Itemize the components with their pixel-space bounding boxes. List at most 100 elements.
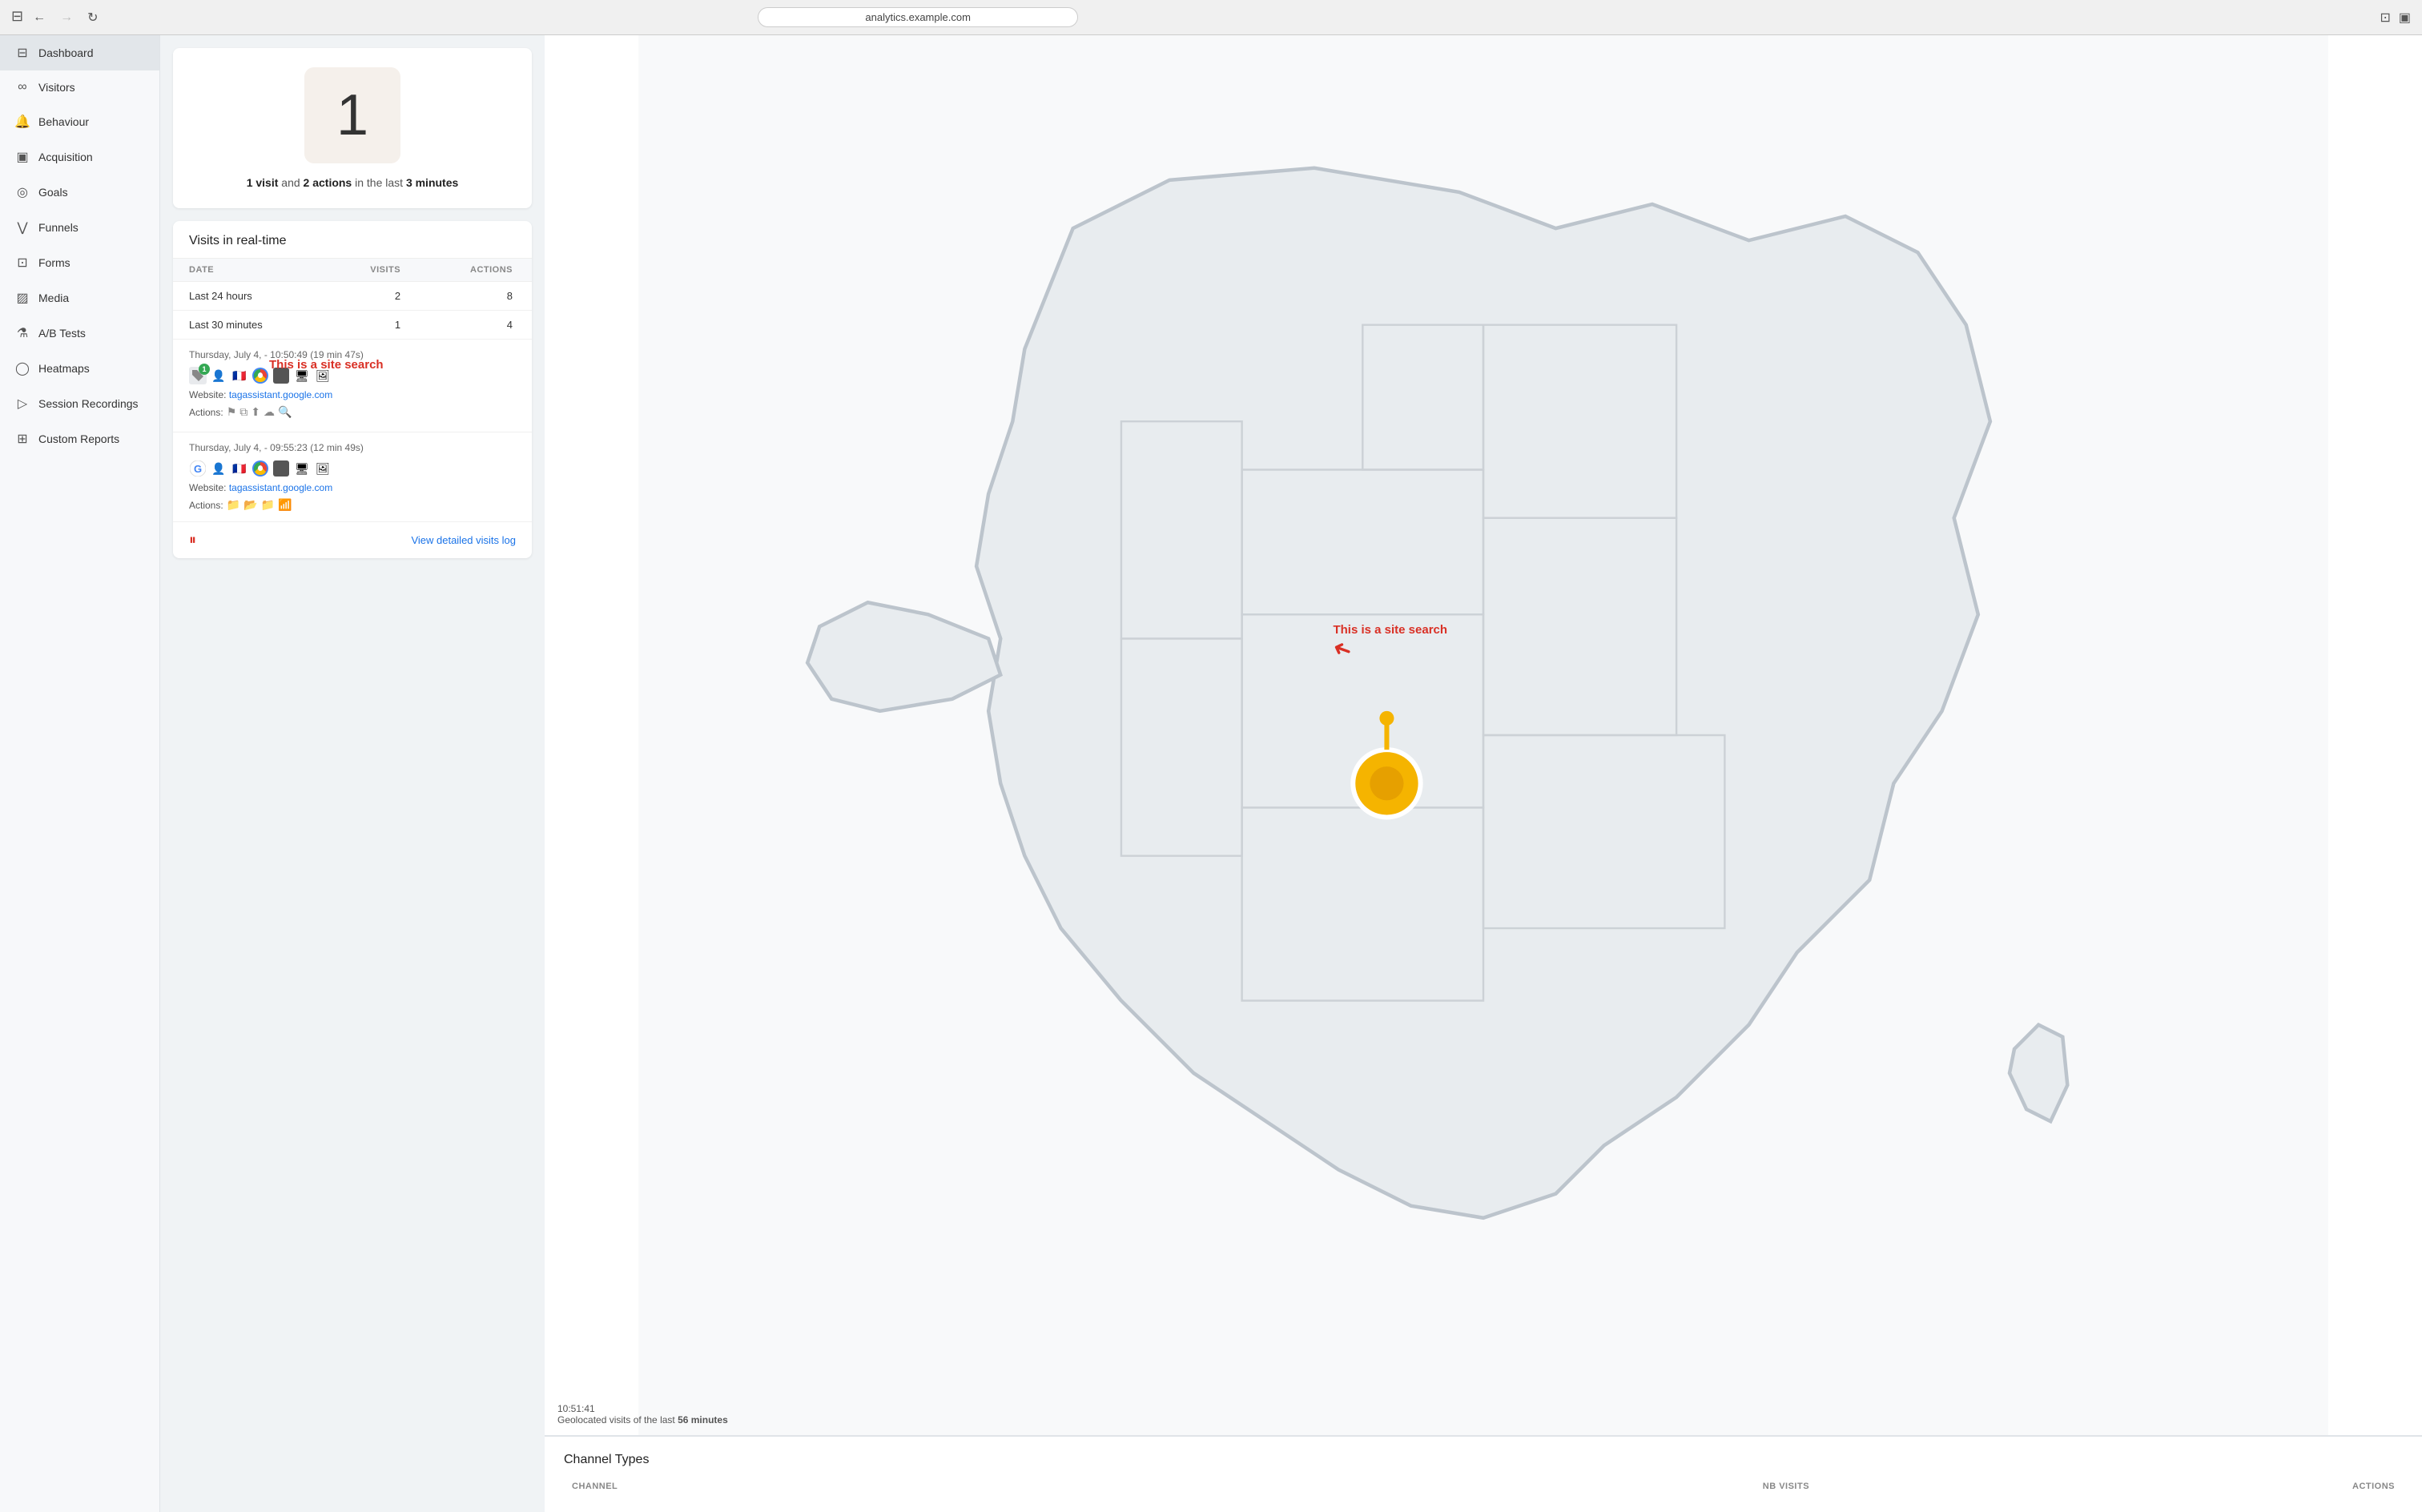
channel-col-header: CHANNEL xyxy=(565,1478,1185,1494)
sidebar-item-media[interactable]: ▨ Media xyxy=(0,280,159,316)
sidebar-label-forms: Forms xyxy=(38,256,70,269)
sidebar-label-dashboard: Dashboard xyxy=(38,46,94,59)
upload-action-icon: ⬆ xyxy=(251,405,260,419)
sidebar-item-behaviour[interactable]: 🔔 Behaviour xyxy=(0,104,159,139)
sidebar-label-custom-reports: Custom Reports xyxy=(38,432,119,445)
visit-number-box: 1 xyxy=(304,67,400,163)
sidebar-label-acquisition: Acquisition xyxy=(38,151,93,163)
left-panel: 1 1 visit and 2 actions in the last 3 mi… xyxy=(160,35,545,1512)
row2-label: Last 30 minutes xyxy=(173,311,325,340)
heatmaps-icon: ◯ xyxy=(14,360,30,376)
realtime-card: Visits in real-time DATE VISITS ACTIONS … xyxy=(173,221,532,558)
search-action-icon: 🔍 xyxy=(278,405,292,419)
map-time: 10:51:41 xyxy=(557,1403,595,1414)
visit-website-2: Website: tagassistant.google.com xyxy=(189,482,516,493)
goals-icon: ◎ xyxy=(14,184,30,200)
visit-entry-2: Thursday, July 4, - 09:55:23 (12 min 49s… xyxy=(173,432,532,522)
visitors-icon: ∞ xyxy=(14,80,30,94)
sidebar-item-acquisition[interactable]: ▣ Acquisition xyxy=(0,139,159,175)
actions-count-label: 2 actions xyxy=(304,176,352,189)
visit-website-1: Website: tagassistant.google.com xyxy=(189,389,516,400)
apple-icon-2 xyxy=(272,460,290,477)
sidebar-label-abtests: A/B Tests xyxy=(38,327,86,340)
folder-action-icon: 📁 xyxy=(227,498,240,512)
channel-section: Channel Types CHANNEL NB VISITS ACTIONS xyxy=(545,1436,2422,1512)
page-action-icon: ⧉ xyxy=(239,405,247,419)
sidebar-item-dashboard[interactable]: ⊟ Dashboard xyxy=(0,35,159,70)
annotation-float: This is a site search xyxy=(269,358,384,372)
forward-button[interactable]: → xyxy=(55,8,78,27)
actions-label-1: Actions: xyxy=(189,407,223,418)
acquisition-icon: ▣ xyxy=(14,149,30,165)
media-icon: ▨ xyxy=(14,290,30,306)
table-row: Last 24 hours 2 8 xyxy=(173,282,532,311)
flag-action-icon: ⚑ xyxy=(227,405,237,419)
map-svg xyxy=(545,35,2422,1435)
table-row: Last 30 minutes 1 4 xyxy=(173,311,532,340)
visit-summary: 1 visit and 2 actions in the last 3 minu… xyxy=(192,176,513,189)
pause-button[interactable]: ⏸ xyxy=(189,532,196,549)
sidebar-item-heatmaps[interactable]: ◯ Heatmaps xyxy=(0,351,159,386)
annotation-row: Actions: ⚑ ⧉ ⬆ ☁ 🔍 xyxy=(189,405,516,419)
col-visits: VISITS xyxy=(325,259,420,282)
chrome-icon-2 xyxy=(251,460,269,477)
abtests-icon: ⚗ xyxy=(14,325,30,341)
sidebar-label-goals: Goals xyxy=(38,186,68,199)
sidebar-item-forms[interactable]: ⊡ Forms xyxy=(0,245,159,280)
forms-icon: ⊡ xyxy=(14,255,30,271)
address-bar[interactable]: analytics.example.com xyxy=(758,7,1078,27)
signal-action-icon: 📶 xyxy=(278,498,292,512)
image-icon-2: 🖼 xyxy=(314,460,332,477)
sidebar-label-behaviour: Behaviour xyxy=(38,115,89,128)
reload-button[interactable]: ↻ xyxy=(82,8,103,27)
view-log-link[interactable]: View detailed visits log xyxy=(411,534,516,546)
row2-actions: 4 xyxy=(420,311,532,340)
map-geo-minutes: 56 minutes xyxy=(678,1414,728,1426)
window-expand-icon[interactable]: ⊡ xyxy=(2380,10,2390,26)
map-timestamp: 10:51:41 Geolocated visits of the last 5… xyxy=(557,1403,728,1426)
realtime-header: Visits in real-time xyxy=(173,221,532,258)
folder2-action-icon: 📂 xyxy=(243,498,257,512)
channel-types-table: CHANNEL NB VISITS ACTIONS xyxy=(564,1477,2403,1496)
window-split-icon[interactable]: ▣ xyxy=(2399,10,2411,26)
visit-actions-row-1: Actions: ⚑ ⧉ ⬆ ☁ 🔍 xyxy=(189,405,292,419)
browser-chrome: ⊟ ← → ↻ analytics.example.com ⊡ ▣ xyxy=(0,0,2422,35)
sidebar-item-custom-reports[interactable]: ⊞ Custom Reports xyxy=(0,421,159,456)
custom-reports-icon: ⊞ xyxy=(14,431,30,447)
sidebar-toggle-icon[interactable]: ⊟ xyxy=(11,8,23,27)
sidebar-label-media: Media xyxy=(38,292,69,304)
row1-visits: 2 xyxy=(325,282,420,311)
sidebar-item-abtests[interactable]: ⚗ A/B Tests xyxy=(0,316,159,351)
main-content: 1 1 visit and 2 actions in the last 3 mi… xyxy=(160,35,2422,1512)
visit-icons-2: G 👤 🇫🇷 xyxy=(189,460,516,477)
website-url-1[interactable]: tagassistant.google.com xyxy=(229,389,332,400)
sidebar-item-goals[interactable]: ◎ Goals xyxy=(0,175,159,210)
funnels-icon: ⋁ xyxy=(14,219,30,235)
col-actions: ACTIONS xyxy=(420,259,532,282)
browser-nav-buttons: ⊟ ← → ↻ xyxy=(11,8,103,27)
actions-label-2: Actions: xyxy=(189,500,223,511)
right-panel: 10:51:41 Geolocated visits of the last 5… xyxy=(545,35,2422,1512)
visit-entry-1: Thursday, July 4, - 10:50:49 (19 min 47s… xyxy=(173,340,532,432)
flag-france-icon-2: 🇫🇷 xyxy=(231,460,248,477)
sidebar-label-visitors: Visitors xyxy=(38,81,75,94)
app-layout: ⊟ Dashboard ∞ Visitors 🔔 Behaviour ▣ Acq… xyxy=(0,35,2422,1512)
dashboard-icon: ⊟ xyxy=(14,45,30,61)
tag-icon: 1 xyxy=(189,367,207,384)
annotation-text: This is a site search xyxy=(269,358,384,372)
session-recordings-icon: ▷ xyxy=(14,396,30,412)
cloud-action-icon: ☁ xyxy=(264,405,275,419)
website-url-2[interactable]: tagassistant.google.com xyxy=(229,482,332,493)
visit-number: 1 xyxy=(336,86,368,144)
visit-footer: ⏸ View detailed visits log xyxy=(173,522,532,558)
sidebar-item-visitors[interactable]: ∞ Visitors xyxy=(0,70,159,104)
sidebar-item-funnels[interactable]: ⋁ Funnels xyxy=(0,210,159,245)
back-button[interactable]: ← xyxy=(28,8,50,27)
flag-france-icon: 🇫🇷 xyxy=(231,367,248,384)
chrome-icon xyxy=(251,367,269,384)
sidebar-item-session-recordings[interactable]: ▷ Session Recordings xyxy=(0,386,159,421)
realtime-table: DATE VISITS ACTIONS Last 24 hours 2 8 La… xyxy=(173,258,532,340)
website-label-1: Website: xyxy=(189,389,229,400)
row2-visits: 1 xyxy=(325,311,420,340)
visit-count-label: 1 visit xyxy=(247,176,279,189)
